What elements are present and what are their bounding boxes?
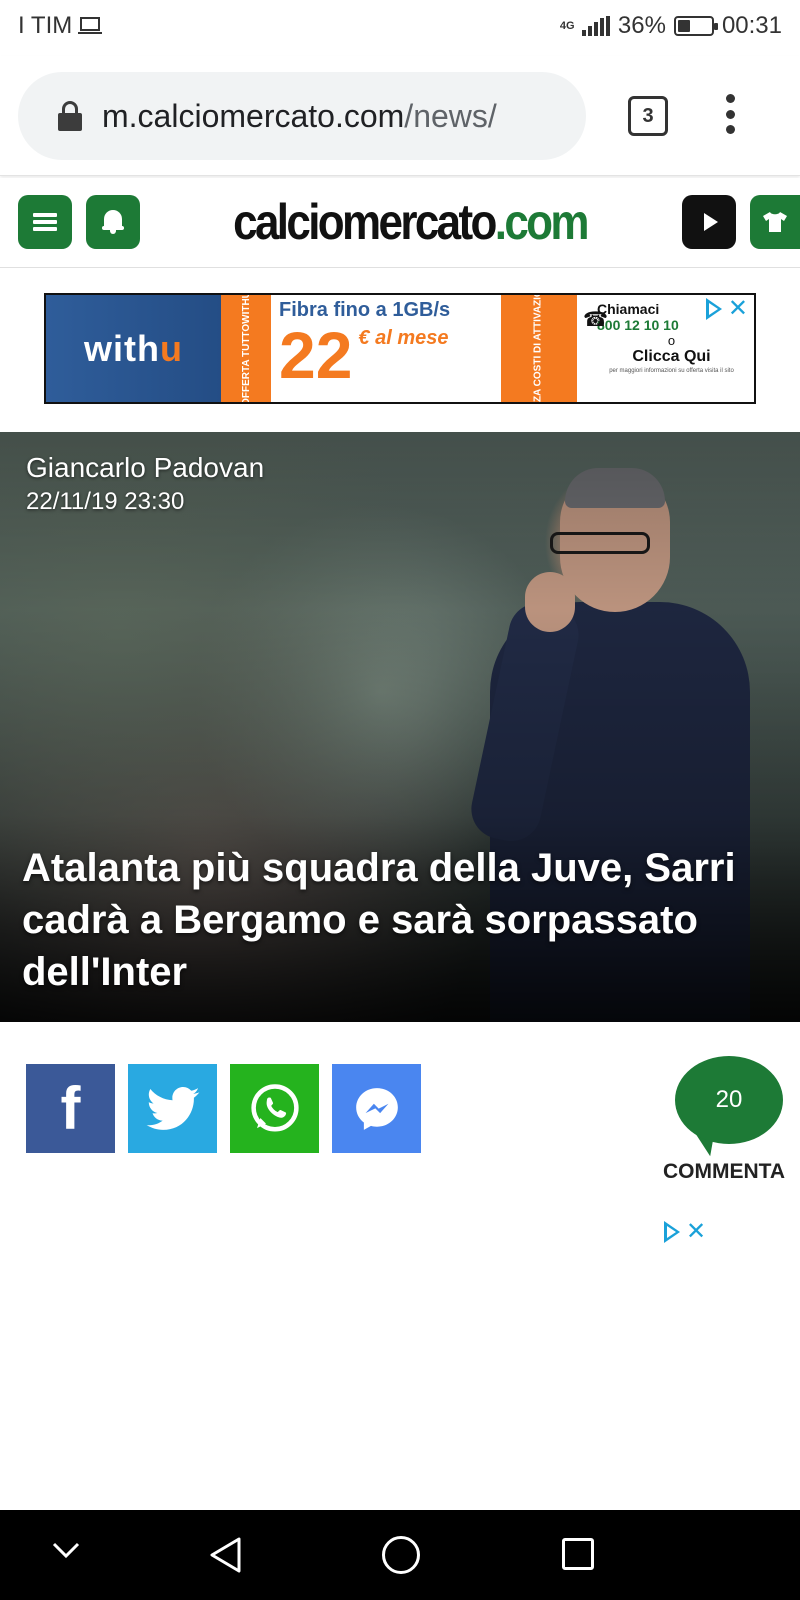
video-button[interactable]	[682, 195, 736, 249]
ad-choices[interactable]: ✕	[705, 297, 748, 321]
ad-brand-u: u	[159, 327, 183, 369]
phone-icon: ☎	[583, 309, 608, 331]
share-messenger-button[interactable]	[332, 1064, 421, 1153]
article-author[interactable]: Giancarlo Padovan	[26, 452, 264, 484]
close-ad-icon[interactable]: ✕	[686, 1220, 706, 1244]
share-whatsapp-button[interactable]	[230, 1064, 319, 1153]
twitter-icon	[146, 1086, 199, 1130]
url-text[interactable]: m.calciomercato.com/news/	[102, 98, 497, 135]
laptop-icon	[78, 17, 103, 34]
article-hero[interactable]: Giancarlo Padovan 22/11/19 23:30 Atalant…	[0, 432, 800, 1022]
lock-icon[interactable]	[58, 101, 82, 131]
ad-price-unit: € al mese	[358, 327, 449, 349]
share-bar: f	[26, 1064, 421, 1153]
battery-fill	[677, 20, 690, 32]
tab-switcher-button[interactable]: 3	[628, 96, 668, 136]
comment-label[interactable]: COMMENTA	[650, 1160, 798, 1184]
ad-or-label: o	[667, 333, 676, 348]
ad-vertical-text-2: SENZA COSTI DI ATTIVAZIONE	[533, 293, 545, 404]
article-title: Atalanta più squadra della Juve, Sarri c…	[22, 846, 736, 994]
ad-offer: Fibra fino a 1GB/s 22 € al mese	[271, 295, 501, 402]
article-date: 22/11/19 23:30	[26, 488, 185, 515]
home-icon[interactable]	[382, 1536, 420, 1574]
share-twitter-button[interactable]	[128, 1064, 217, 1153]
battery-percent: 36%	[617, 12, 666, 39]
logo-main: calciomercato	[233, 194, 497, 250]
facebook-icon: f	[60, 1075, 81, 1142]
shirt-icon	[763, 212, 787, 232]
back-icon[interactable]	[208, 1536, 242, 1574]
ad-brand-text: with	[84, 327, 160, 369]
shop-button[interactable]	[750, 195, 800, 249]
url-path: /news/	[404, 97, 497, 134]
menu-button[interactable]	[18, 195, 72, 249]
signal-icon	[581, 16, 610, 36]
site-header: calciomercato .com	[0, 178, 800, 268]
clock: 00:31	[721, 12, 782, 39]
share-facebook-button[interactable]: f	[26, 1064, 115, 1153]
logo-tld: .com	[494, 194, 590, 250]
status-bar: I TIM 4G 36% 00:31	[0, 0, 800, 56]
url-domain: m.calciomercato.com	[102, 97, 405, 134]
whatsapp-icon	[250, 1083, 299, 1131]
ad-choices-2[interactable]: ✕	[664, 1220, 706, 1244]
status-right: 4G 36% 00:31	[560, 12, 782, 40]
recent-apps-icon[interactable]	[562, 1538, 594, 1570]
messenger-icon	[355, 1087, 398, 1130]
notifications-button[interactable]	[86, 195, 140, 249]
ad-vertical-text: OFFERTA TUTTOWITHU	[240, 293, 252, 404]
status-left: I TIM	[18, 12, 103, 40]
menu-icon	[33, 213, 57, 231]
screen: I TIM 4G 36% 00:31 m.calciomercato.com/n…	[0, 0, 800, 1600]
ad-vertical-label: OFFERTA TUTTOWITHU	[221, 295, 271, 402]
network-type: 4G	[559, 20, 575, 32]
ad-price: 22	[279, 318, 353, 392]
more-menu-icon[interactable]	[724, 94, 736, 134]
site-logo[interactable]: calciomercato .com	[233, 192, 589, 252]
ad-price-row: 22 € al mese	[279, 320, 493, 390]
adchoices-icon[interactable]	[705, 298, 722, 320]
comment-count: 20	[675, 1056, 783, 1144]
carrier-label: I TIM	[18, 12, 73, 39]
adchoices-icon[interactable]	[664, 1221, 680, 1243]
ad-vertical-label-2: SENZA COSTI DI ATTIVAZIONE	[501, 295, 577, 402]
system-nav-bar	[0, 1510, 800, 1600]
comments-button[interactable]: 20	[675, 1056, 783, 1157]
address-bar[interactable]: m.calciomercato.com/news/	[18, 72, 586, 160]
ad-banner[interactable]: with u OFFERTA TUTTOWITHU Fibra fino a 1G…	[44, 293, 756, 404]
ad-fine-print: per maggiori informazioni su offerta vis…	[609, 368, 734, 374]
browser-toolbar: m.calciomercato.com/news/ 3	[0, 56, 800, 176]
bell-icon	[102, 210, 124, 234]
ad-click-here: Clicca Qui	[632, 348, 711, 365]
close-ad-icon[interactable]: ✕	[728, 297, 748, 321]
chevron-down-icon[interactable]	[52, 1540, 80, 1560]
ad-brand-logo: with u	[46, 295, 221, 402]
battery-icon	[673, 16, 718, 36]
play-icon	[704, 213, 718, 231]
